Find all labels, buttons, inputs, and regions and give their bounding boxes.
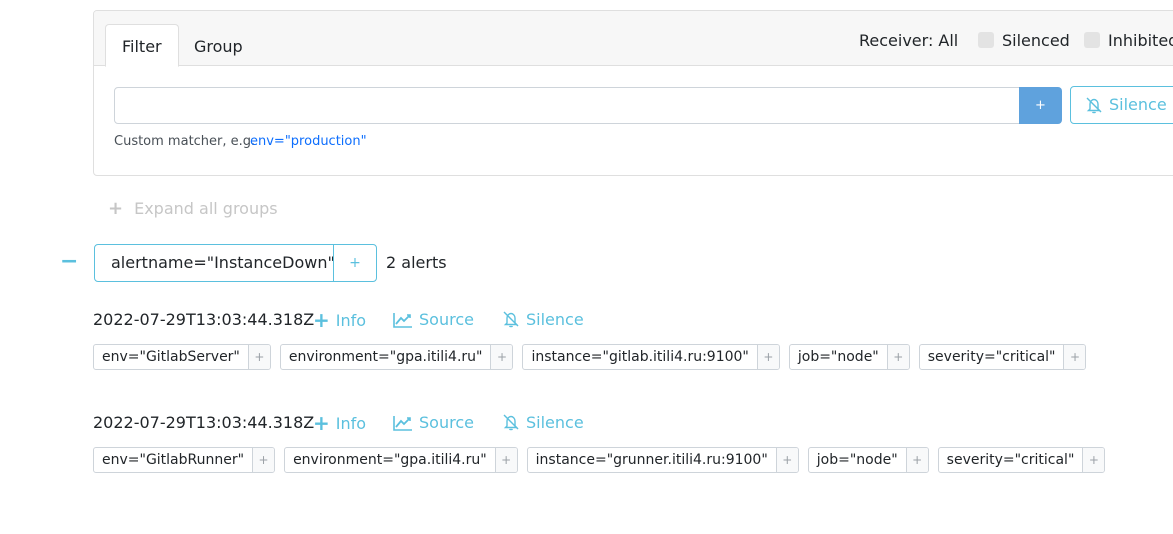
- label-add-button[interactable]: +: [905, 448, 928, 472]
- alert-item: 2022-07-29T13:03:44.318Z + Info Source Si…: [93, 310, 1093, 380]
- alert-timestamp: 2022-07-29T13:03:44.318Z: [93, 310, 315, 329]
- tab-filter[interactable]: Filter: [105, 24, 179, 67]
- expand-all-groups-label: Expand all groups: [134, 199, 278, 218]
- expand-all-groups-button[interactable]: + Expand all groups: [108, 199, 278, 219]
- filter-panel: Filter Group Receiver: All Silenced Inhi…: [93, 10, 1173, 176]
- alert-item: 2022-07-29T13:03:44.318Z + Info Source Si…: [93, 413, 1106, 483]
- label-text[interactable]: environment="gpa.itili4.ru": [281, 345, 491, 369]
- label-chip: environment="gpa.itili4.ru" +: [284, 447, 518, 473]
- label-text[interactable]: severity="critical": [920, 345, 1064, 369]
- tab-group[interactable]: Group: [177, 24, 260, 67]
- label-chip: instance="gitlab.itili4.ru:9100" +: [522, 344, 780, 370]
- label-add-button[interactable]: +: [494, 448, 517, 472]
- silence-button-label: Silence: [1109, 95, 1167, 114]
- filter-panel-header: Filter Group Receiver: All Silenced Inhi…: [94, 11, 1173, 67]
- label-add-button[interactable]: +: [490, 345, 513, 369]
- inhibited-checkbox[interactable]: [1084, 32, 1100, 48]
- group-label: alertname="InstanceDown" +: [94, 244, 377, 282]
- source-button-label: Source: [419, 310, 474, 329]
- alert-labels: env="GitlabServer" + environment="gpa.itil…: [93, 344, 1095, 370]
- filter-hint-example[interactable]: env="production": [250, 133, 367, 151]
- label-add-button[interactable]: +: [886, 345, 909, 369]
- alert-timestamp: 2022-07-29T13:03:44.318Z: [93, 413, 315, 432]
- label-text[interactable]: instance="grunner.itili4.ru:9100": [528, 448, 776, 472]
- info-button[interactable]: + Info: [313, 310, 366, 331]
- source-button[interactable]: Source: [393, 413, 474, 433]
- label-chip: env="GitlabServer" +: [93, 344, 271, 370]
- alert-labels: env="GitlabRunner" + environment="gpa.itil…: [93, 447, 1114, 473]
- label-chip: job="node" +: [788, 344, 910, 370]
- inhibited-label[interactable]: Inhibited: [1108, 31, 1173, 51]
- silenced-checkbox[interactable]: [978, 32, 994, 48]
- source-button-label: Source: [419, 413, 474, 432]
- alert-silence-button-label: Silence: [526, 310, 584, 329]
- label-add-button[interactable]: +: [247, 345, 270, 369]
- label-chip: severity="critical" +: [937, 447, 1106, 473]
- info-button-label: Info: [335, 311, 367, 330]
- silenced-label[interactable]: Silenced: [1002, 31, 1070, 51]
- silence-button[interactable]: Silence: [1070, 86, 1173, 124]
- label-text[interactable]: instance="gitlab.itili4.ru:9100": [523, 345, 756, 369]
- alert-silence-button[interactable]: Silence: [502, 413, 584, 433]
- label-add-button[interactable]: +: [756, 345, 779, 369]
- plus-icon: +: [313, 411, 330, 435]
- group-add-filter-button[interactable]: +: [333, 245, 376, 281]
- label-chip: instance="grunner.itili4.ru:9100" +: [526, 447, 799, 473]
- alert-silence-button-label: Silence: [526, 413, 584, 432]
- bell-slash-icon: [1086, 97, 1102, 114]
- label-text[interactable]: environment="gpa.itili4.ru": [285, 448, 495, 472]
- label-add-button[interactable]: +: [775, 448, 798, 472]
- label-chip: job="node" +: [807, 447, 929, 473]
- label-text[interactable]: env="GitlabRunner": [94, 448, 252, 472]
- bell-slash-icon: [503, 414, 519, 431]
- label-text[interactable]: job="node": [809, 448, 906, 472]
- group-label-text[interactable]: alertname="InstanceDown": [111, 245, 335, 281]
- label-add-button[interactable]: +: [1063, 345, 1086, 369]
- plus-icon: +: [108, 198, 124, 219]
- filter-hint: Custom matcher, e.g.: [114, 134, 256, 149]
- plus-icon: +: [313, 308, 330, 332]
- label-chip: environment="gpa.itili4.ru" +: [279, 344, 514, 370]
- info-button[interactable]: + Info: [313, 413, 366, 434]
- source-button[interactable]: Source: [393, 310, 474, 330]
- chart-line-icon: [393, 313, 412, 328]
- label-add-button[interactable]: +: [252, 448, 275, 472]
- filter-input[interactable]: [114, 87, 1020, 124]
- info-button-label: Info: [335, 414, 367, 433]
- receiver-selector[interactable]: Receiver: All: [859, 31, 958, 51]
- alert-count: 2 alerts: [386, 253, 447, 272]
- label-text[interactable]: env="GitlabServer": [94, 345, 248, 369]
- label-chip: env="GitlabRunner" +: [93, 447, 276, 473]
- chart-line-icon: [393, 416, 412, 431]
- minus-icon[interactable]: −: [60, 251, 78, 273]
- label-chip: severity="critical" +: [918, 344, 1087, 370]
- bell-slash-icon: [503, 311, 519, 328]
- add-filter-button[interactable]: +: [1019, 87, 1062, 124]
- label-text[interactable]: job="node": [790, 345, 887, 369]
- label-add-button[interactable]: +: [1082, 448, 1105, 472]
- label-text[interactable]: severity="critical": [939, 448, 1083, 472]
- alert-silence-button[interactable]: Silence: [502, 310, 584, 330]
